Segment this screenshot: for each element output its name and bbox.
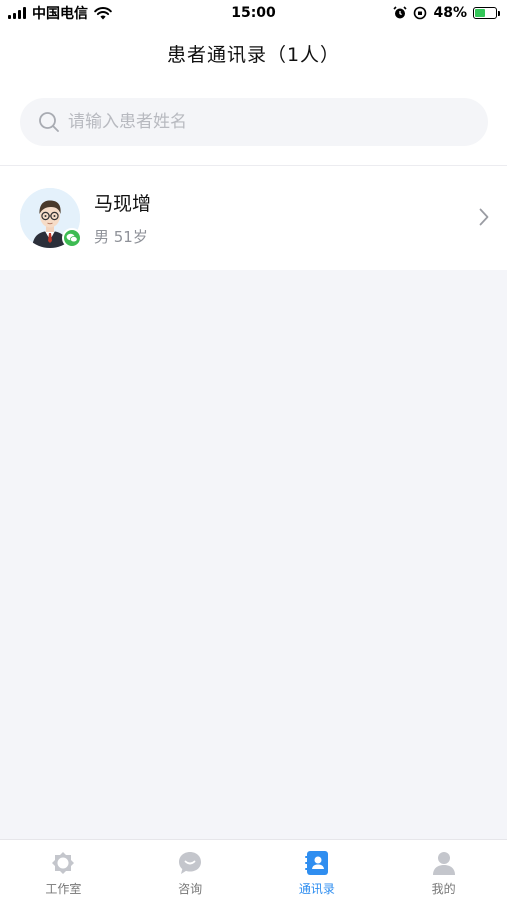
tab-consult[interactable]: 咨询 — [127, 840, 254, 900]
status-right: 48% — [393, 5, 500, 21]
chat-bubble-icon — [179, 852, 202, 874]
search-input[interactable] — [68, 112, 448, 132]
search-icon — [39, 112, 59, 132]
battery-icon — [473, 7, 500, 19]
tab-contacts[interactable]: 通讯录 — [254, 840, 381, 900]
search-bar[interactable] — [20, 98, 488, 146]
tab-studio-label: 工作室 — [45, 882, 82, 896]
tab-consult-label: 咨询 — [178, 882, 203, 896]
tab-mine-label: 我的 — [431, 882, 456, 896]
person-icon — [432, 852, 455, 875]
wifi-icon — [94, 6, 112, 19]
status-time: 15:00 — [231, 5, 276, 21]
alarm-icon — [393, 6, 408, 19]
tab-contacts-label: 通讯录 — [298, 882, 335, 896]
patient-name: 马现增 — [94, 193, 152, 215]
contacts-icon — [304, 851, 328, 875]
patient-gender-age: 男 51岁 — [94, 228, 148, 246]
header: 患者通讯录（1人） — [0, 26, 507, 166]
studio-icon — [52, 852, 75, 874]
avatar-wrap — [20, 188, 82, 248]
page-title: 患者通讯录（1人） — [166, 44, 341, 66]
patient-list-item[interactable]: 马现增 男 51岁 — [0, 166, 507, 270]
screen: 中国电信 15:00 48% 患者通讯录（1人） 请输入患者姓名 马现增 男 5… — [0, 0, 507, 900]
tab-studio[interactable]: 工作室 — [0, 840, 127, 900]
status-left: 中国电信 — [8, 3, 112, 23]
battery-percent: 48% — [433, 5, 467, 21]
status-bar: 中国电信 15:00 48% — [0, 0, 507, 26]
bottom-tab-bar: 工作室 咨询 通讯录 我的 — [0, 839, 507, 900]
carrier-label: 中国电信 — [32, 6, 88, 22]
battery-level — [475, 9, 485, 17]
orientation-lock-icon — [414, 6, 427, 20]
chevron-right-icon — [479, 208, 489, 226]
signal-icon — [8, 7, 26, 19]
tab-mine[interactable]: 我的 — [380, 840, 507, 900]
patient-info: 马现增 男 51岁 — [94, 189, 151, 247]
wechat-icon — [62, 228, 82, 248]
